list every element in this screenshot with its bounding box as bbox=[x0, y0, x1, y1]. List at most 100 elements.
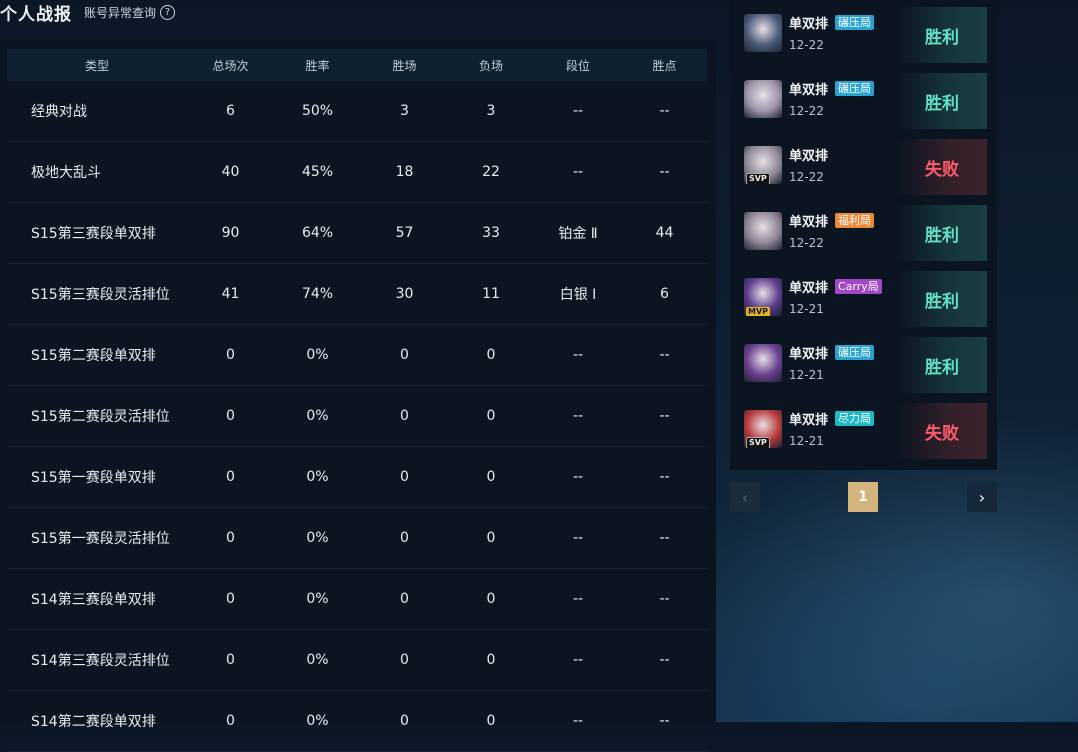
table-cell: 0 bbox=[486, 652, 496, 668]
table-row: S15第一赛段灵活排位 0 0% 0 0 -- -- bbox=[7, 508, 707, 569]
match-history-panel: 单双排 碾压局 12-22 胜利 单双排 碾压局 12-22 胜利 SVP 单双排 12-22 失败单… bbox=[730, 0, 997, 470]
match-tag: Carry局 bbox=[835, 279, 882, 294]
champion-avatar: MVP bbox=[744, 278, 782, 316]
column-header: 胜场 bbox=[392, 58, 417, 73]
match-date: 12-21 bbox=[789, 434, 824, 448]
table-cell: 41 bbox=[221, 286, 240, 302]
chevron-right-icon: › bbox=[978, 487, 986, 507]
table-cell: 0 bbox=[486, 469, 496, 485]
table-cell: 0% bbox=[306, 530, 329, 546]
stats-panel: 类型 总场次 胜率 胜场 负场 段位 胜点 经典对战 6 50% 3 3 -- -- 极地大乱斗 40 45%… bbox=[0, 40, 716, 752]
page-title: 个人战报 bbox=[0, 4, 72, 25]
queue-type-cell: S14第三赛段单双排 bbox=[31, 592, 156, 608]
table-cell: -- bbox=[659, 347, 670, 363]
match-result: 胜利 bbox=[897, 7, 987, 63]
queue-type-cell: S15第三赛段单双排 bbox=[31, 226, 156, 242]
chevron-left-icon: ‹ bbox=[741, 487, 749, 507]
help-icon[interactable]: ? bbox=[160, 4, 176, 20]
champion-avatar: SVP bbox=[744, 146, 782, 184]
table-cell: 0% bbox=[306, 652, 329, 668]
svp-badge: SVP bbox=[746, 173, 770, 184]
match-card[interactable]: 单双排 碾压局 12-22 胜利 bbox=[740, 7, 987, 63]
champion-avatar bbox=[744, 344, 782, 382]
column-header: 段位 bbox=[565, 58, 590, 73]
table-cell: -- bbox=[659, 652, 670, 668]
table-row: 极地大乱斗 40 45% 18 22 -- -- bbox=[7, 142, 707, 203]
table-cell: -- bbox=[659, 408, 670, 424]
table-cell: -- bbox=[572, 103, 584, 119]
match-date: 12-22 bbox=[789, 104, 824, 118]
table-cell: 0 bbox=[400, 469, 409, 485]
table-row: S15第三赛段单双排 90 64% 57 33 铂金 Ⅱ 44 bbox=[7, 203, 707, 264]
match-result: 胜利 bbox=[897, 337, 987, 393]
column-header: 总场次 bbox=[212, 58, 249, 73]
table-cell: 0 bbox=[486, 713, 496, 729]
query-link-label: 账号异常查询 bbox=[84, 5, 157, 20]
match-result: 胜利 bbox=[897, 73, 987, 129]
table-header: 类型 总场次 胜率 胜场 负场 段位 胜点 bbox=[7, 49, 707, 81]
table-cell: 0% bbox=[306, 591, 329, 607]
match-result: 失败 bbox=[897, 403, 987, 459]
table-cell: -- bbox=[572, 469, 584, 485]
match-card[interactable]: MVP 单双排 Carry局 12-21 胜利 bbox=[740, 271, 987, 327]
table-cell: -- bbox=[659, 469, 670, 485]
match-result: 胜利 bbox=[897, 271, 987, 327]
column-header: 类型 bbox=[84, 58, 109, 73]
match-card[interactable]: 单双排 福利局 12-22 胜利 bbox=[740, 205, 987, 261]
column-header: 胜率 bbox=[305, 58, 330, 73]
match-date: 12-21 bbox=[789, 302, 824, 316]
table-cell: 铂金 Ⅱ bbox=[558, 226, 598, 242]
table-cell: -- bbox=[572, 164, 584, 180]
table-cell: 0 bbox=[400, 530, 409, 546]
table-cell: 64% bbox=[301, 225, 334, 241]
champion-avatar bbox=[744, 80, 782, 118]
table-cell: 22 bbox=[482, 164, 500, 180]
svp-badge: SVP bbox=[746, 437, 770, 448]
table-cell: -- bbox=[572, 347, 584, 363]
table-cell: 0 bbox=[486, 530, 496, 546]
queue-type-cell: S15第一赛段灵活排位 bbox=[31, 531, 170, 547]
table-row: 经典对战 6 50% 3 3 -- -- bbox=[7, 81, 707, 142]
table-cell: 0 bbox=[486, 347, 496, 363]
next-page-button[interactable]: › bbox=[967, 482, 997, 512]
page-number-button[interactable]: 1 bbox=[848, 482, 878, 512]
queue-type-cell: S15第二赛段灵活排位 bbox=[31, 409, 170, 425]
prev-page-button[interactable]: ‹ bbox=[730, 482, 760, 512]
champion-avatar bbox=[744, 212, 782, 250]
table-row: S15第二赛段灵活排位 0 0% 0 0 -- -- bbox=[7, 386, 707, 447]
match-mode: 单双排 bbox=[789, 215, 829, 230]
table-cell: 0 bbox=[400, 591, 409, 607]
table-cell: -- bbox=[572, 713, 584, 729]
match-card[interactable]: 单双排 碾压局 12-22 胜利 bbox=[740, 73, 987, 129]
match-result: 失败 bbox=[897, 139, 987, 195]
table-cell: 18 bbox=[395, 164, 414, 180]
champion-avatar bbox=[744, 14, 782, 52]
match-tag: 碾压局 bbox=[835, 345, 874, 360]
table-cell: 90 bbox=[221, 225, 240, 241]
match-card[interactable]: 单双排 碾压局 12-21 胜利 bbox=[740, 337, 987, 393]
table-cell: 30 bbox=[395, 286, 414, 302]
match-card[interactable]: SVP 单双排 12-22 失败 bbox=[740, 139, 987, 195]
table-cell: -- bbox=[659, 103, 670, 119]
queue-type-cell: S15第二赛段单双排 bbox=[31, 348, 156, 364]
match-date: 12-22 bbox=[789, 236, 824, 250]
match-card[interactable]: SVP 单双排 尽力局 12-21 失败 bbox=[740, 403, 987, 459]
match-mode: 单双排 bbox=[789, 281, 829, 296]
table-cell: -- bbox=[659, 591, 670, 607]
table-cell: -- bbox=[572, 652, 584, 668]
queue-type-cell: 经典对战 bbox=[31, 104, 87, 120]
table-cell: 0 bbox=[400, 347, 409, 363]
column-header: 负场 bbox=[478, 58, 503, 73]
table-cell: 74% bbox=[301, 286, 334, 302]
table-cell: 6 bbox=[226, 103, 235, 119]
table-cell: 0% bbox=[306, 469, 329, 485]
account-anomaly-query-link[interactable]: 账号异常查询 ? bbox=[84, 4, 176, 21]
match-date: 12-21 bbox=[789, 368, 824, 382]
champion-avatar: SVP bbox=[744, 410, 782, 448]
match-mode: 单双排 bbox=[789, 149, 829, 164]
queue-type-cell: 极地大乱斗 bbox=[31, 165, 101, 181]
table-row: S14第三赛段单双排 0 0% 0 0 -- -- bbox=[7, 569, 707, 630]
match-tag: 碾压局 bbox=[835, 15, 874, 30]
table-cell: 6 bbox=[660, 286, 669, 302]
table-cell: 0% bbox=[306, 408, 329, 424]
